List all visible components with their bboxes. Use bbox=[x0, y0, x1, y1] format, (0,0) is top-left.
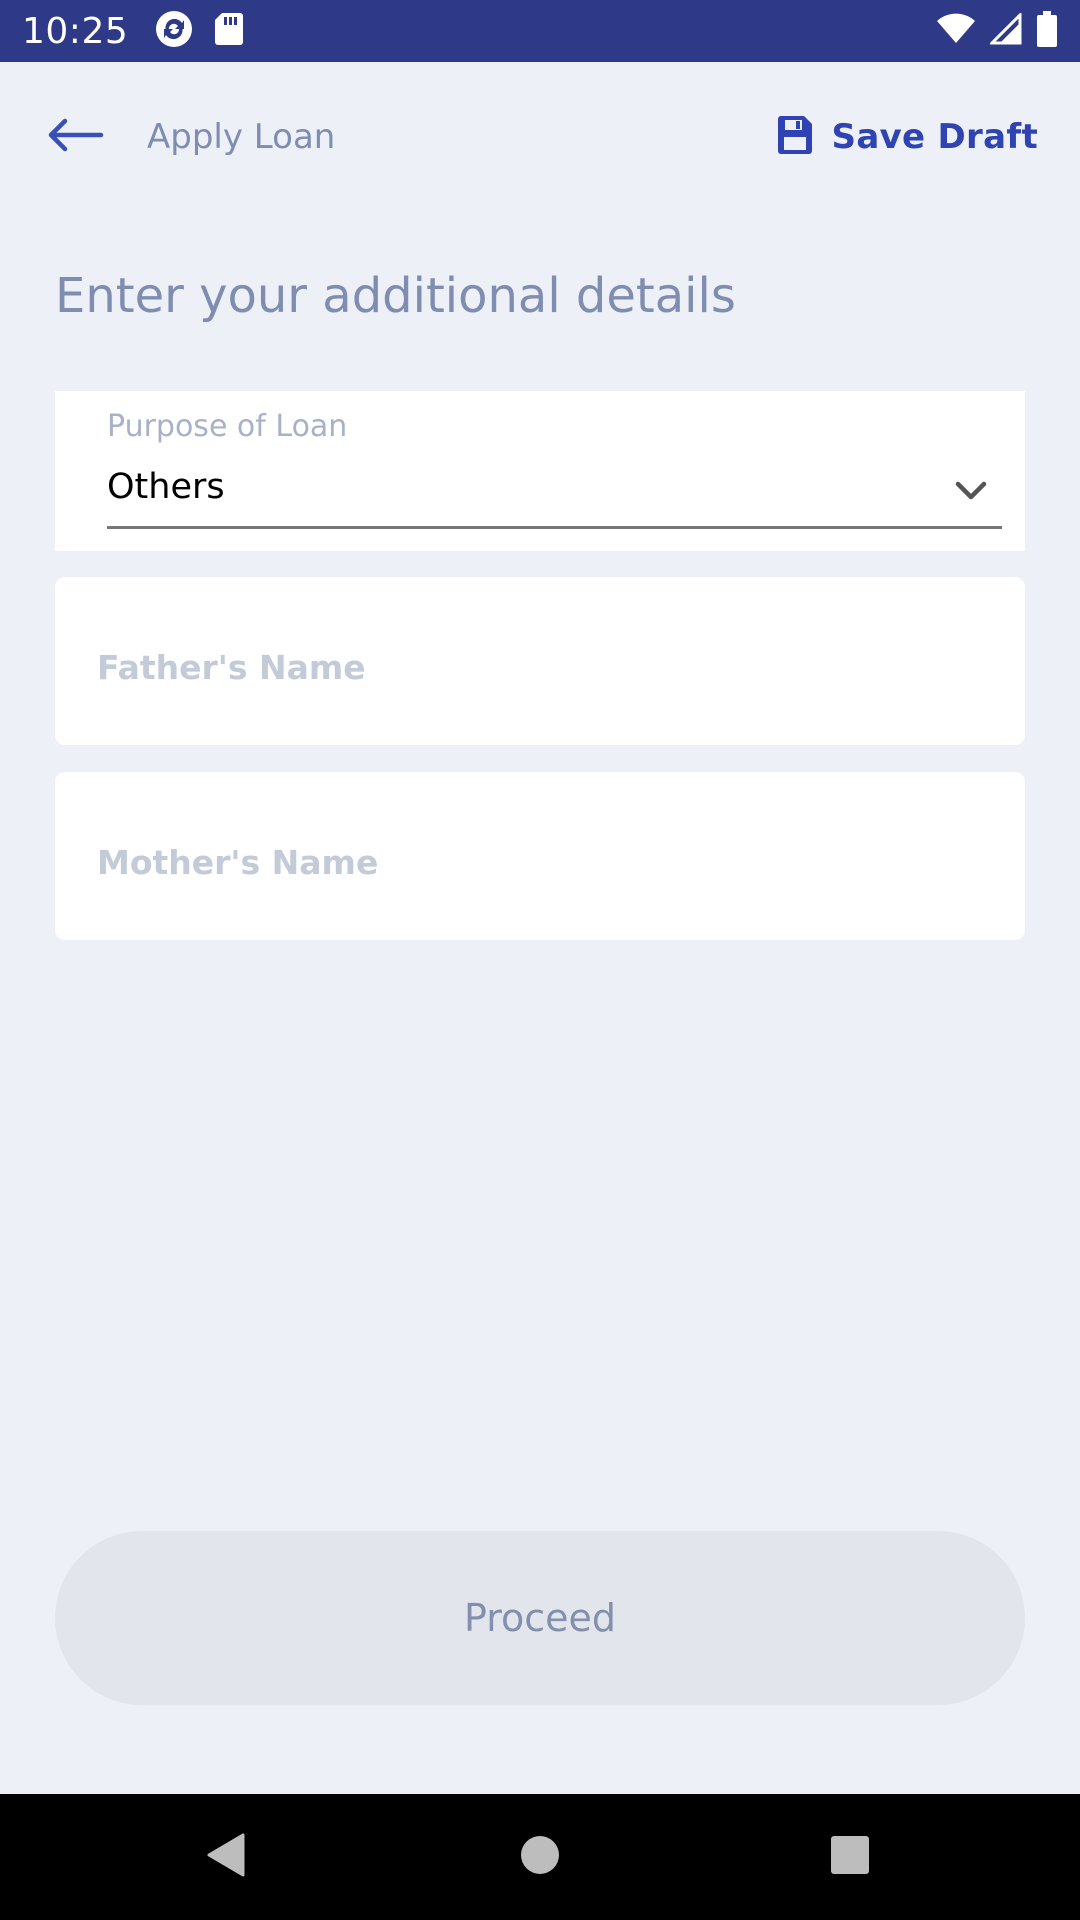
triangle-back-icon bbox=[203, 1831, 247, 1883]
square-recents-icon bbox=[829, 1834, 871, 1880]
nav-recents-button[interactable] bbox=[820, 1827, 880, 1887]
purpose-of-loan-value: Others bbox=[107, 467, 225, 507]
proceed-label: Proceed bbox=[463, 1596, 617, 1640]
sync-icon bbox=[154, 9, 194, 53]
mother-name-input[interactable] bbox=[97, 832, 977, 892]
chevron-down-icon bbox=[953, 475, 989, 505]
system-nav-bar bbox=[0, 1794, 1080, 1920]
arrow-left-icon bbox=[45, 115, 105, 159]
circle-home-icon bbox=[519, 1834, 561, 1880]
father-name-input[interactable] bbox=[97, 637, 977, 697]
save-draft-label: Save Draft bbox=[831, 117, 1038, 157]
nav-back-button[interactable] bbox=[195, 1827, 255, 1887]
section-title: Enter your additional details bbox=[55, 268, 736, 324]
proceed-button[interactable]: Proceed bbox=[55, 1531, 1025, 1705]
save-draft-button[interactable]: Save Draft bbox=[776, 112, 1038, 162]
status-left-icons bbox=[154, 9, 244, 53]
dropdown-underline bbox=[107, 526, 1002, 529]
page-title: Apply Loan bbox=[147, 117, 336, 157]
wifi-icon bbox=[936, 13, 976, 49]
mother-name-card bbox=[55, 772, 1025, 940]
status-bar: 10:25 bbox=[0, 0, 1080, 62]
purpose-of-loan-dropdown[interactable]: Purpose of Loan Others bbox=[55, 391, 1025, 551]
app-header: Apply Loan Save Draft bbox=[0, 62, 1080, 212]
save-icon bbox=[776, 115, 814, 159]
father-name-card bbox=[55, 577, 1025, 745]
status-time: 10:25 bbox=[22, 10, 129, 52]
nav-home-button[interactable] bbox=[510, 1827, 570, 1887]
signal-icon bbox=[988, 11, 1022, 49]
purpose-of-loan-label: Purpose of Loan bbox=[107, 409, 348, 444]
back-button[interactable] bbox=[40, 112, 110, 162]
sd-card-icon bbox=[214, 11, 244, 51]
status-right-icons bbox=[936, 11, 1058, 51]
battery-icon bbox=[1036, 11, 1058, 51]
